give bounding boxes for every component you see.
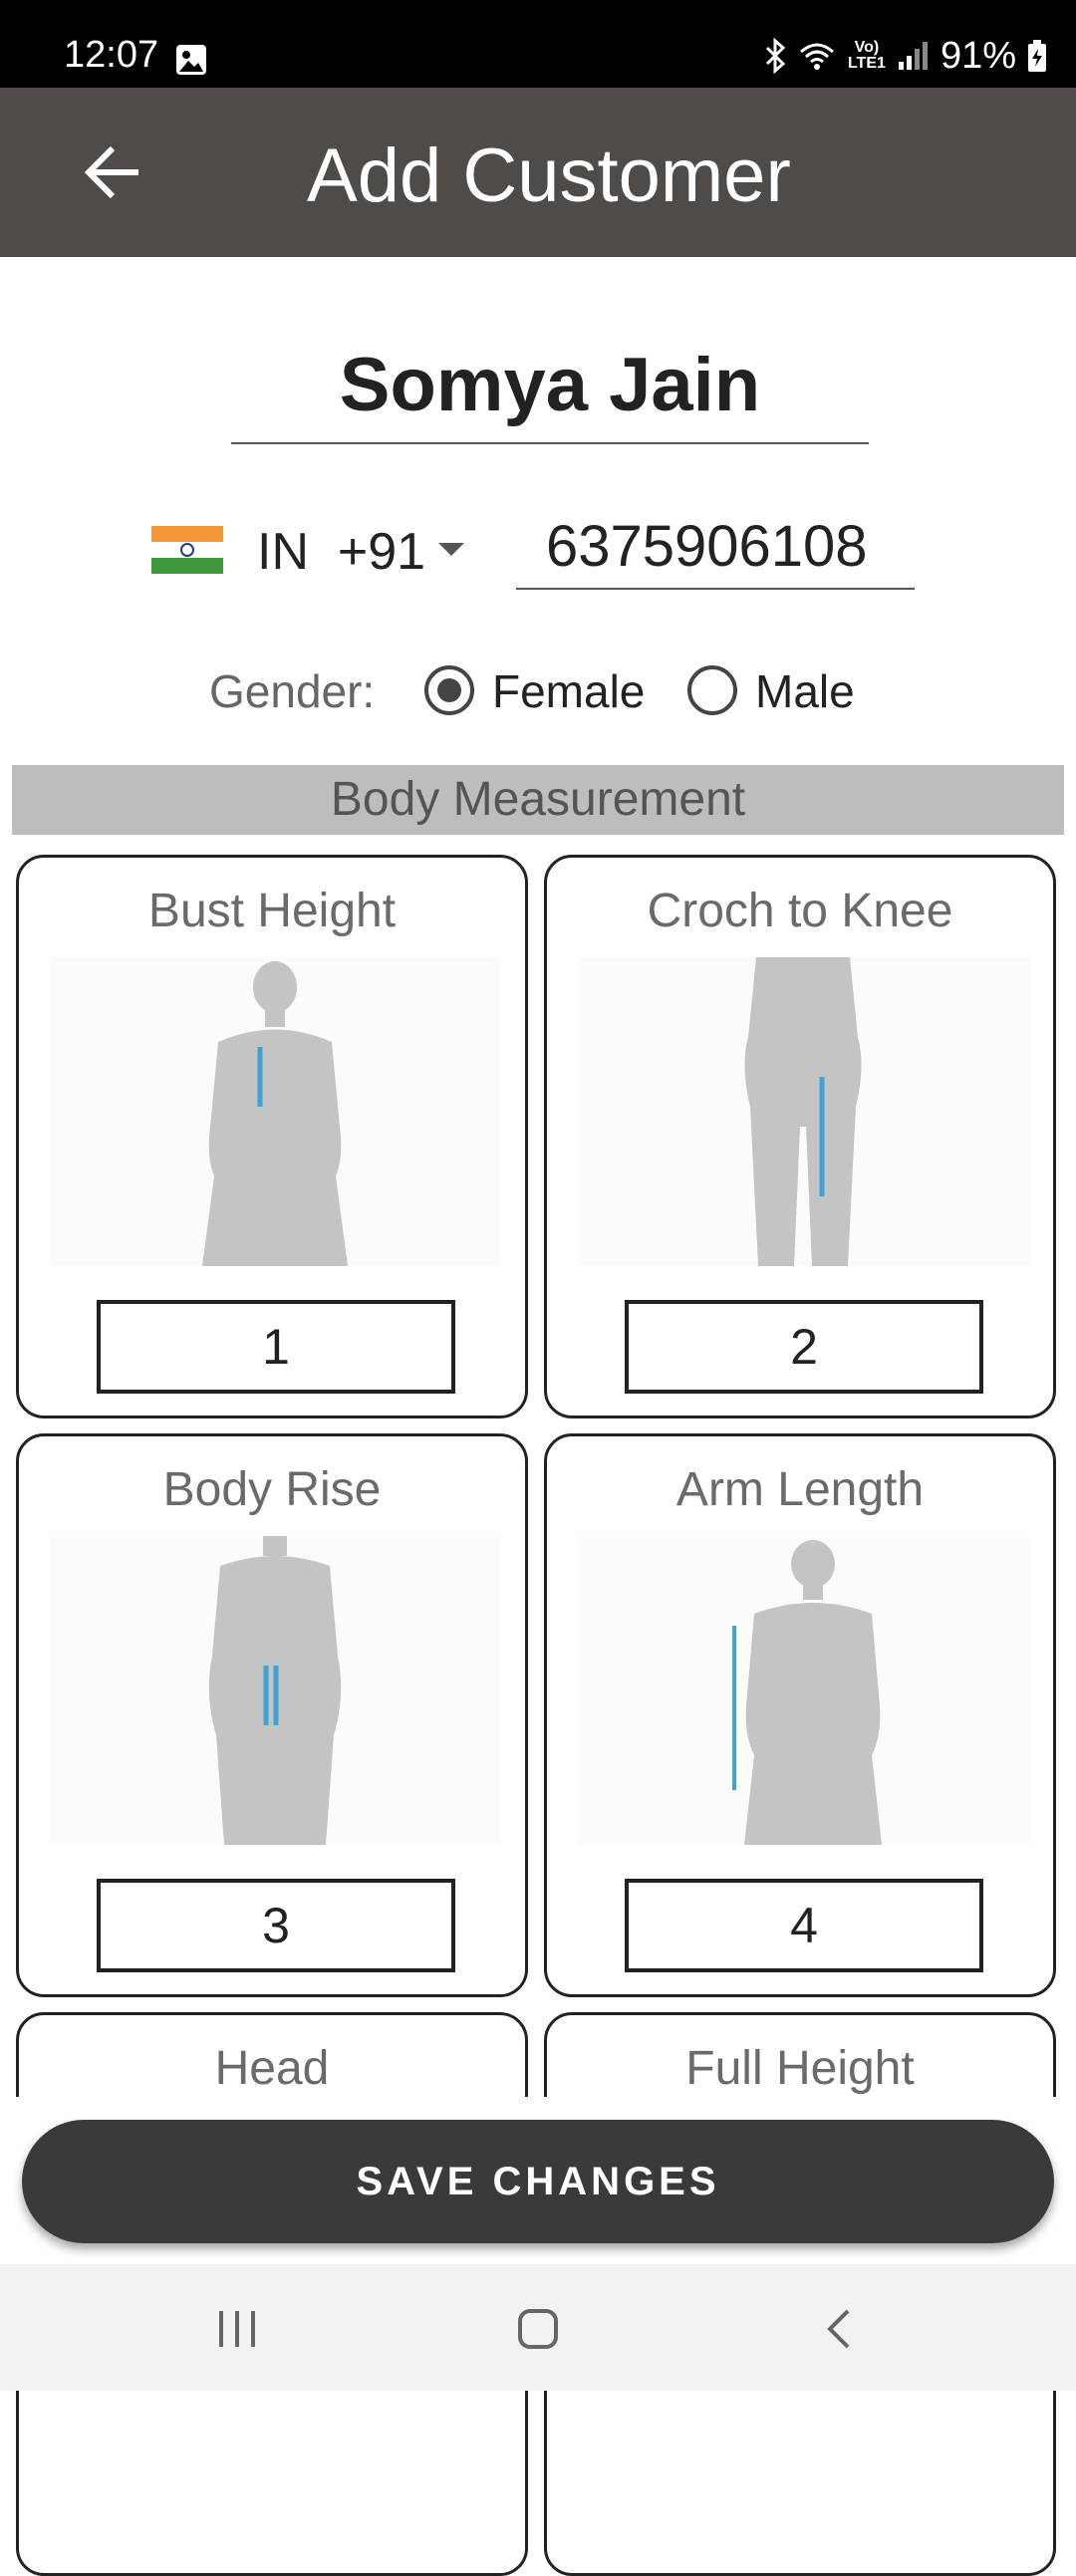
card-title: Head (214, 2042, 330, 2095)
gender-label: Gender: (209, 665, 376, 717)
bust-height-figure-image (49, 957, 501, 1266)
save-changes-button[interactable]: SAVE CHANGES (22, 2120, 1054, 2243)
battery-icon (1028, 40, 1046, 72)
gender-female-label[interactable]: Female (492, 661, 645, 721)
body-measurement-header: Body Measurement (12, 765, 1064, 835)
measurement-card-croch-to-knee: Croch to Knee 2 (544, 855, 1056, 1418)
page-title: Add Customer (307, 133, 791, 218)
back-icon (827, 2309, 850, 2349)
gallery-notification-icon (176, 45, 206, 75)
customer-name-input[interactable]: Somya Jain (231, 329, 869, 444)
system-nav-bar (0, 2264, 1076, 2391)
phone-number-input[interactable]: 6375906108 (516, 504, 915, 590)
back-button[interactable] (70, 128, 159, 217)
battery-percent: 91% (940, 34, 1016, 77)
nav-back-button[interactable] (779, 2294, 899, 2364)
wifi-icon (799, 43, 834, 70)
app-bar: Add Customer (0, 88, 1076, 257)
body-rise-input[interactable]: 3 (97, 1879, 455, 1972)
card-title: Full Height (685, 2042, 915, 2095)
measurement-card-body-rise: Body Rise 3 (16, 1433, 528, 1997)
recents-button[interactable] (177, 2294, 297, 2364)
measurement-card-bust-height: Bust Height 1 (16, 855, 528, 1418)
recents-icon (219, 2311, 255, 2347)
measurement-card-arm-length: Arm Length 4 (544, 1433, 1056, 1997)
croch-to-knee-input[interactable]: 2 (625, 1300, 983, 1394)
bust-height-input[interactable]: 1 (97, 1300, 455, 1394)
status-bar: 12:07 Vo) LTE1 91% (0, 0, 1076, 88)
home-icon (518, 2309, 558, 2349)
card-title: Arm Length (675, 1463, 925, 1516)
card-title: Bust Height (147, 885, 397, 937)
gender-male-label[interactable]: Male (755, 661, 855, 721)
country-code-selector[interactable]: IN +91 (257, 520, 425, 584)
volte-label: Vo) LTE1 (847, 39, 886, 72)
india-flag-icon[interactable] (151, 526, 223, 574)
status-time: 12:07 (64, 34, 159, 76)
card-title: Body Rise (162, 1463, 382, 1516)
croch-to-knee-figure-image (577, 957, 1029, 1266)
status-icons: Vo) LTE1 91% (763, 34, 1048, 77)
home-button[interactable] (478, 2294, 598, 2364)
card-title: Croch to Knee (647, 885, 953, 937)
arm-length-figure-image (577, 1536, 1029, 1845)
arrow-left-icon (85, 145, 138, 199)
gender-female-radio[interactable] (424, 665, 474, 715)
bluetooth-icon (765, 38, 786, 74)
body-rise-figure-image (49, 1536, 501, 1845)
dropdown-arrow-icon[interactable] (438, 543, 464, 556)
gender-male-radio[interactable] (687, 665, 737, 715)
arm-length-input[interactable]: 4 (625, 1879, 983, 1972)
signal-icon (898, 42, 928, 70)
